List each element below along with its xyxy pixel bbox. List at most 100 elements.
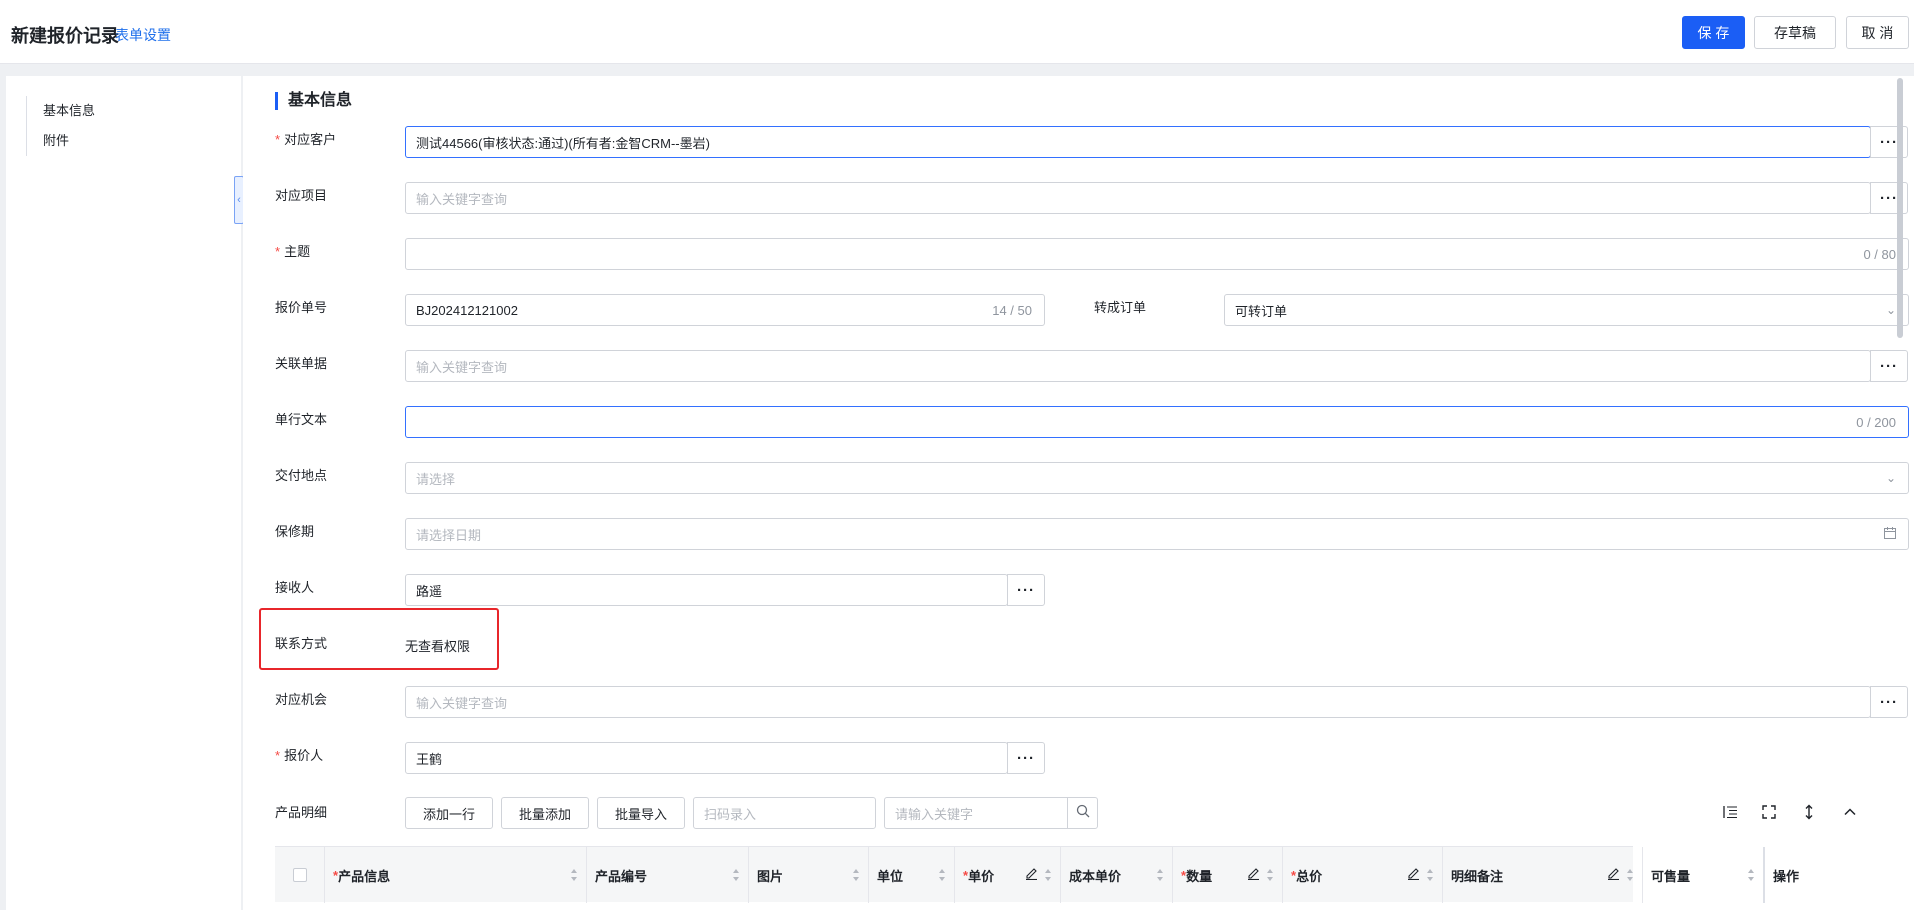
edit-icon[interactable] bbox=[1607, 867, 1620, 883]
select-all-cell bbox=[275, 847, 325, 903]
quoter-picker-button[interactable]: ··· bbox=[1007, 742, 1045, 774]
sort-icon[interactable] bbox=[1266, 868, 1274, 885]
column-unit-price: * 单价 bbox=[955, 847, 1061, 903]
chevron-left-icon: ‹ bbox=[237, 194, 241, 206]
highlight-annotation-box bbox=[259, 608, 499, 670]
quote-no-field[interactable]: BJ202412121002 14 / 50 bbox=[405, 294, 1045, 326]
section-title: 基本信息 bbox=[275, 92, 352, 110]
column-quantity: * 数量 bbox=[1173, 847, 1283, 903]
single-text-field[interactable]: 0 / 200 bbox=[405, 406, 1909, 438]
quote-no-label: 报价单号 bbox=[275, 300, 328, 315]
column-product-info: * 产品信息 bbox=[325, 847, 587, 903]
search-icon bbox=[1076, 804, 1090, 822]
warranty-label: 保修期 bbox=[275, 524, 315, 539]
receiver-picker-button[interactable]: ··· bbox=[1007, 574, 1045, 606]
convert-order-label: 转成订单 bbox=[1094, 300, 1147, 315]
top-bar: 新建报价记录 表单设置 保 存 存草稿 取 消 bbox=[0, 0, 1914, 64]
subject-field[interactable]: 0 / 80 bbox=[405, 238, 1909, 270]
section-nav: 基本信息 附件 bbox=[26, 96, 95, 156]
keyword-search-input[interactable]: 请输入关键字 bbox=[884, 797, 1068, 829]
related-doc-field[interactable]: 输入关键字查询 bbox=[405, 350, 1871, 382]
quoter-field[interactable]: 王鹤 bbox=[405, 742, 1008, 774]
sort-icon[interactable] bbox=[1747, 868, 1755, 885]
more-icon: ··· bbox=[1880, 693, 1898, 711]
subject-counter: 0 / 80 bbox=[1863, 246, 1896, 262]
scan-placeholder: 扫码录入 bbox=[704, 806, 757, 822]
column-unit: 单位 bbox=[869, 847, 955, 903]
column-cost-price: 成本单价 bbox=[1061, 847, 1173, 903]
opportunity-field[interactable]: 输入关键字查询 bbox=[405, 686, 1871, 718]
search-button[interactable] bbox=[1067, 797, 1098, 829]
customer-value: 测试44566(审核状态:通过)(所有者:金智CRM--墨岩) bbox=[416, 135, 710, 151]
batch-add-button[interactable]: 批量添加 bbox=[501, 797, 589, 829]
save-button[interactable]: 保 存 bbox=[1682, 16, 1745, 49]
nav-item-basic-info[interactable]: 基本信息 bbox=[43, 96, 95, 126]
related-doc-placeholder: 输入关键字查询 bbox=[416, 359, 508, 375]
nav-item-attachments[interactable]: 附件 bbox=[43, 126, 95, 156]
customer-label: * 对应客户 bbox=[275, 132, 337, 147]
edit-icon[interactable] bbox=[1407, 867, 1420, 883]
more-icon: ··· bbox=[1880, 189, 1898, 207]
sort-icon[interactable] bbox=[1156, 868, 1164, 885]
receiver-value: 路遥 bbox=[416, 583, 443, 599]
edit-icon[interactable] bbox=[1025, 867, 1038, 883]
chevron-down-icon: ⌄ bbox=[1885, 471, 1896, 485]
receiver-field[interactable]: 路遥 bbox=[405, 574, 1008, 606]
form-settings-link[interactable]: 表单设置 bbox=[115, 25, 171, 45]
sort-icon[interactable] bbox=[732, 868, 740, 885]
project-placeholder: 输入关键字查询 bbox=[416, 191, 508, 207]
sort-icon[interactable] bbox=[570, 868, 578, 885]
column-actions: 操作 bbox=[1773, 868, 1800, 884]
project-field[interactable]: 输入关键字查询 bbox=[405, 182, 1871, 214]
column-total-price: * 总价 bbox=[1283, 847, 1443, 903]
related-doc-label: 关联单据 bbox=[275, 356, 328, 371]
required-mark: * bbox=[275, 748, 281, 763]
page-title: 新建报价记录 bbox=[11, 26, 119, 46]
calendar-icon bbox=[1884, 526, 1896, 542]
receiver-label: 接收人 bbox=[275, 580, 315, 595]
chevron-down-icon: ⌄ bbox=[1885, 303, 1896, 317]
quoter-value: 王鹤 bbox=[416, 751, 443, 767]
delivery-place-placeholder: 请选择 bbox=[416, 471, 456, 487]
opportunity-placeholder: 输入关键字查询 bbox=[416, 695, 508, 711]
expand-vertical-icon[interactable] bbox=[1799, 802, 1819, 822]
sort-icon[interactable] bbox=[1044, 868, 1052, 885]
required-mark: * bbox=[275, 244, 281, 259]
more-icon: ··· bbox=[1017, 581, 1035, 599]
delivery-place-select[interactable]: 请选择 ⌄ bbox=[405, 462, 1909, 494]
sort-icon[interactable] bbox=[1626, 868, 1634, 885]
column-detail-remark: 明细备注 bbox=[1443, 847, 1643, 903]
vertical-scrollbar[interactable] bbox=[1897, 78, 1903, 338]
related-doc-picker-button[interactable]: ··· bbox=[1870, 350, 1908, 382]
sort-icon[interactable] bbox=[1426, 868, 1434, 885]
quote-no-value: BJ202412121002 bbox=[416, 302, 518, 318]
sort-icon[interactable] bbox=[938, 868, 946, 885]
convert-order-value: 可转订单 bbox=[1235, 303, 1288, 319]
column-image: 图片 bbox=[749, 847, 869, 903]
left-nav-panel: 基本信息 附件 bbox=[6, 76, 241, 910]
warranty-date-field[interactable]: 请选择日期 bbox=[405, 518, 1909, 550]
required-mark: * bbox=[275, 132, 281, 147]
delivery-place-label: 交付地点 bbox=[275, 468, 328, 483]
quote-no-counter: 14 / 50 bbox=[992, 302, 1032, 318]
column-product-code: 产品编号 bbox=[587, 847, 749, 903]
save-draft-button[interactable]: 存草稿 bbox=[1754, 16, 1836, 49]
single-text-counter: 0 / 200 bbox=[1856, 414, 1896, 430]
edit-icon[interactable] bbox=[1247, 867, 1260, 883]
opportunity-picker-button[interactable]: ··· bbox=[1870, 686, 1908, 718]
row-height-icon[interactable] bbox=[1720, 802, 1740, 822]
scan-input[interactable]: 扫码录入 bbox=[693, 797, 876, 829]
sort-icon[interactable] bbox=[852, 868, 860, 885]
opportunity-label: 对应机会 bbox=[275, 692, 328, 707]
more-icon: ··· bbox=[1880, 133, 1898, 151]
cancel-button[interactable]: 取 消 bbox=[1846, 16, 1909, 49]
select-all-checkbox[interactable] bbox=[292, 868, 307, 882]
add-row-button[interactable]: 添加一行 bbox=[405, 797, 493, 829]
batch-import-button[interactable]: 批量导入 bbox=[597, 797, 685, 829]
convert-order-select[interactable]: 可转订单 ⌄ bbox=[1224, 294, 1909, 326]
more-icon: ··· bbox=[1880, 357, 1898, 375]
chevron-up-icon[interactable] bbox=[1840, 802, 1860, 822]
fullscreen-icon[interactable] bbox=[1759, 802, 1779, 822]
customer-field[interactable]: 测试44566(审核状态:通过)(所有者:金智CRM--墨岩) bbox=[405, 126, 1871, 158]
column-available-qty: 可售量 bbox=[1643, 847, 1765, 903]
